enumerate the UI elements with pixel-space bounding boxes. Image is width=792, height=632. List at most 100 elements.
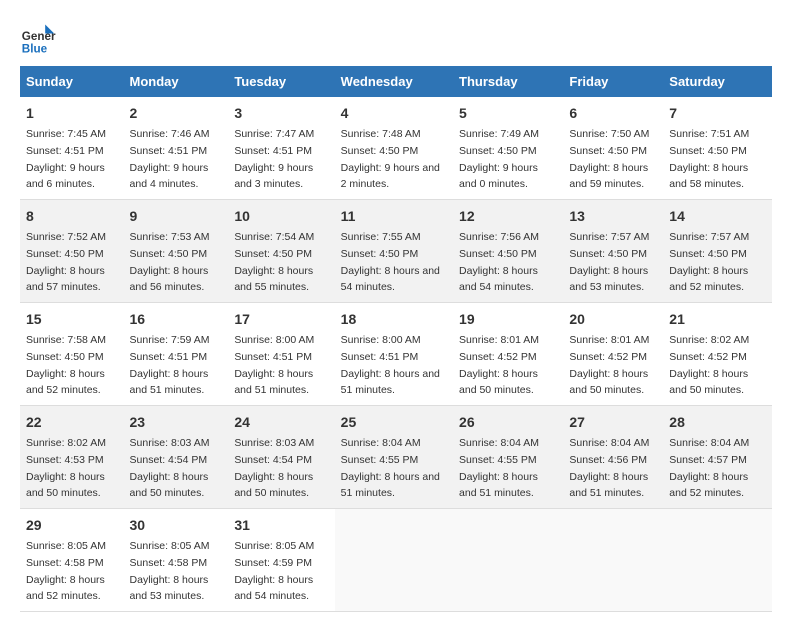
day-number: 13 xyxy=(569,206,657,227)
calendar-cell xyxy=(663,509,772,612)
calendar-cell: 17Sunrise: 8:00 AMSunset: 4:51 PMDayligh… xyxy=(228,303,334,406)
svg-text:Blue: Blue xyxy=(22,42,48,55)
day-number: 6 xyxy=(569,103,657,124)
day-info: Sunrise: 7:57 AMSunset: 4:50 PMDaylight:… xyxy=(669,231,749,293)
day-info: Sunrise: 7:49 AMSunset: 4:50 PMDaylight:… xyxy=(459,128,539,190)
day-info: Sunrise: 7:46 AMSunset: 4:51 PMDaylight:… xyxy=(130,128,210,190)
day-info: Sunrise: 7:56 AMSunset: 4:50 PMDaylight:… xyxy=(459,231,539,293)
day-info: Sunrise: 8:05 AMSunset: 4:58 PMDaylight:… xyxy=(130,540,210,602)
day-info: Sunrise: 8:00 AMSunset: 4:51 PMDaylight:… xyxy=(341,334,440,396)
day-info: Sunrise: 8:03 AMSunset: 4:54 PMDaylight:… xyxy=(130,437,210,499)
calendar-cell: 27 Sunrise: 8:04 AMSunset: 4:56 PMDayligh… xyxy=(563,406,663,509)
calendar-table: SundayMondayTuesdayWednesdayThursdayFrid… xyxy=(20,66,772,612)
day-number: 10 xyxy=(234,206,328,227)
header-cell-wednesday: Wednesday xyxy=(335,66,453,97)
day-number: 3 xyxy=(234,103,328,124)
calendar-cell: 10Sunrise: 7:54 AMSunset: 4:50 PMDayligh… xyxy=(228,200,334,303)
calendar-cell: 13 Sunrise: 7:57 AMSunset: 4:50 PMDayligh… xyxy=(563,200,663,303)
day-number: 25 xyxy=(341,412,447,433)
day-number: 12 xyxy=(459,206,557,227)
day-info: Sunrise: 8:04 AMSunset: 4:56 PMDaylight:… xyxy=(569,437,649,499)
calendar-cell: 20 Sunrise: 8:01 AMSunset: 4:52 PMDayligh… xyxy=(563,303,663,406)
day-info: Sunrise: 8:01 AMSunset: 4:52 PMDaylight:… xyxy=(459,334,539,396)
day-info: Sunrise: 8:05 AMSunset: 4:59 PMDaylight:… xyxy=(234,540,314,602)
day-info: Sunrise: 7:53 AMSunset: 4:50 PMDaylight:… xyxy=(130,231,210,293)
day-info: Sunrise: 7:57 AMSunset: 4:50 PMDaylight:… xyxy=(569,231,649,293)
calendar-cell: 9 Sunrise: 7:53 AMSunset: 4:50 PMDaylight… xyxy=(124,200,229,303)
day-number: 18 xyxy=(341,309,447,330)
calendar-cell: 14Sunrise: 7:57 AMSunset: 4:50 PMDayligh… xyxy=(663,200,772,303)
calendar-cell: 3 Sunrise: 7:47 AMSunset: 4:51 PMDaylight… xyxy=(228,97,334,200)
header-cell-friday: Friday xyxy=(563,66,663,97)
calendar-cell xyxy=(453,509,563,612)
header-cell-tuesday: Tuesday xyxy=(228,66,334,97)
day-number: 20 xyxy=(569,309,657,330)
header-cell-thursday: Thursday xyxy=(453,66,563,97)
calendar-cell: 5Sunrise: 7:49 AMSunset: 4:50 PMDaylight… xyxy=(453,97,563,200)
day-info: Sunrise: 8:02 AMSunset: 4:52 PMDaylight:… xyxy=(669,334,749,396)
day-number: 9 xyxy=(130,206,223,227)
calendar-cell: 6 Sunrise: 7:50 AMSunset: 4:50 PMDaylight… xyxy=(563,97,663,200)
calendar-week-1: 1 Sunrise: 7:45 AMSunset: 4:51 PMDaylight… xyxy=(20,97,772,200)
day-info: Sunrise: 8:03 AMSunset: 4:54 PMDaylight:… xyxy=(234,437,314,499)
day-info: Sunrise: 7:45 AMSunset: 4:51 PMDaylight:… xyxy=(26,128,106,190)
calendar-cell: 26 Sunrise: 8:04 AMSunset: 4:55 PMDayligh… xyxy=(453,406,563,509)
calendar-week-5: 29 Sunrise: 8:05 AMSunset: 4:58 PMDayligh… xyxy=(20,509,772,612)
day-info: Sunrise: 7:51 AMSunset: 4:50 PMDaylight:… xyxy=(669,128,749,190)
calendar-cell: 19 Sunrise: 8:01 AMSunset: 4:52 PMDayligh… xyxy=(453,303,563,406)
day-info: Sunrise: 7:48 AMSunset: 4:50 PMDaylight:… xyxy=(341,128,440,190)
calendar-cell xyxy=(335,509,453,612)
day-number: 23 xyxy=(130,412,223,433)
day-info: Sunrise: 8:01 AMSunset: 4:52 PMDaylight:… xyxy=(569,334,649,396)
day-info: Sunrise: 7:52 AMSunset: 4:50 PMDaylight:… xyxy=(26,231,106,293)
day-info: Sunrise: 8:02 AMSunset: 4:53 PMDaylight:… xyxy=(26,437,106,499)
calendar-cell: 25 Sunrise: 8:04 AMSunset: 4:55 PMDayligh… xyxy=(335,406,453,509)
day-number: 1 xyxy=(26,103,118,124)
day-info: Sunrise: 8:05 AMSunset: 4:58 PMDaylight:… xyxy=(26,540,106,602)
calendar-cell: 8 Sunrise: 7:52 AMSunset: 4:50 PMDaylight… xyxy=(20,200,124,303)
calendar-cell: 24 Sunrise: 8:03 AMSunset: 4:54 PMDayligh… xyxy=(228,406,334,509)
day-number: 16 xyxy=(130,309,223,330)
header-cell-sunday: Sunday xyxy=(20,66,124,97)
calendar-cell xyxy=(563,509,663,612)
day-info: Sunrise: 8:04 AMSunset: 4:55 PMDaylight:… xyxy=(341,437,440,499)
calendar-cell: 7 Sunrise: 7:51 AMSunset: 4:50 PMDaylight… xyxy=(663,97,772,200)
calendar-cell: 30 Sunrise: 8:05 AMSunset: 4:58 PMDayligh… xyxy=(124,509,229,612)
day-number: 19 xyxy=(459,309,557,330)
logo-icon: General Blue xyxy=(20,20,56,56)
calendar-cell: 29 Sunrise: 8:05 AMSunset: 4:58 PMDayligh… xyxy=(20,509,124,612)
header-cell-saturday: Saturday xyxy=(663,66,772,97)
day-number: 8 xyxy=(26,206,118,227)
calendar-week-3: 15Sunrise: 7:58 AMSunset: 4:50 PMDayligh… xyxy=(20,303,772,406)
day-number: 4 xyxy=(341,103,447,124)
header: General Blue xyxy=(20,20,772,56)
day-number: 2 xyxy=(130,103,223,124)
day-number: 11 xyxy=(341,206,447,227)
logo: General Blue xyxy=(20,20,56,56)
day-number: 24 xyxy=(234,412,328,433)
day-info: Sunrise: 7:58 AMSunset: 4:50 PMDaylight:… xyxy=(26,334,106,396)
day-info: Sunrise: 8:04 AMSunset: 4:55 PMDaylight:… xyxy=(459,437,539,499)
day-number: 26 xyxy=(459,412,557,433)
calendar-cell: 1 Sunrise: 7:45 AMSunset: 4:51 PMDaylight… xyxy=(20,97,124,200)
day-number: 28 xyxy=(669,412,766,433)
day-number: 21 xyxy=(669,309,766,330)
calendar-cell: 21 Sunrise: 8:02 AMSunset: 4:52 PMDayligh… xyxy=(663,303,772,406)
calendar-cell: 12 Sunrise: 7:56 AMSunset: 4:50 PMDayligh… xyxy=(453,200,563,303)
day-number: 27 xyxy=(569,412,657,433)
calendar-week-2: 8 Sunrise: 7:52 AMSunset: 4:50 PMDaylight… xyxy=(20,200,772,303)
calendar-cell: 31Sunrise: 8:05 AMSunset: 4:59 PMDayligh… xyxy=(228,509,334,612)
day-number: 17 xyxy=(234,309,328,330)
day-info: Sunrise: 7:47 AMSunset: 4:51 PMDaylight:… xyxy=(234,128,314,190)
calendar-cell: 16Sunrise: 7:59 AMSunset: 4:51 PMDayligh… xyxy=(124,303,229,406)
calendar-cell: 11Sunrise: 7:55 AMSunset: 4:50 PMDayligh… xyxy=(335,200,453,303)
calendar-cell: 4 Sunrise: 7:48 AMSunset: 4:50 PMDaylight… xyxy=(335,97,453,200)
day-number: 7 xyxy=(669,103,766,124)
day-number: 22 xyxy=(26,412,118,433)
day-number: 30 xyxy=(130,515,223,536)
calendar-cell: 22 Sunrise: 8:02 AMSunset: 4:53 PMDayligh… xyxy=(20,406,124,509)
day-info: Sunrise: 7:50 AMSunset: 4:50 PMDaylight:… xyxy=(569,128,649,190)
calendar-body: 1 Sunrise: 7:45 AMSunset: 4:51 PMDaylight… xyxy=(20,97,772,612)
day-number: 29 xyxy=(26,515,118,536)
calendar-cell: 2 Sunrise: 7:46 AMSunset: 4:51 PMDaylight… xyxy=(124,97,229,200)
